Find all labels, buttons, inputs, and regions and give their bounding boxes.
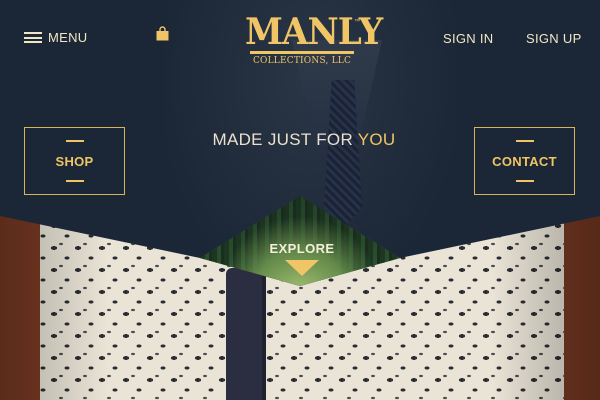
down-arrow-icon: [285, 260, 319, 276]
explore-button[interactable]: EXPLORE: [250, 241, 354, 276]
contact-bottom-dash: [515, 180, 534, 182]
menu-button[interactable]: MENU: [24, 30, 87, 45]
logo-wordmark: MANLY: [245, 11, 383, 53]
suspender-strap: [226, 268, 266, 400]
sign-up-link[interactable]: SIGN UP: [526, 31, 582, 46]
tagline-text: MADE JUST FOR: [212, 130, 358, 149]
shop-button[interactable]: SHOP: [24, 127, 125, 195]
landing-page: MENU MANLY COLLECTIONS, LLC ™ SIGN IN SI…: [0, 0, 600, 400]
tagline-highlight: YOU: [357, 130, 396, 149]
shop-bottom-dash: [65, 180, 84, 182]
explore-label: EXPLORE: [269, 241, 335, 256]
sign-in-link[interactable]: SIGN IN: [443, 31, 494, 46]
shop-button-label: SHOP: [55, 154, 94, 169]
trademark-symbol: ™: [354, 19, 360, 25]
menu-label: MENU: [48, 30, 88, 45]
contact-button[interactable]: CONTACT: [474, 127, 575, 195]
brand-logo[interactable]: MANLY COLLECTIONS, LLC: [242, 11, 383, 66]
logo-subtitle: COLLECTIONS, LLC: [252, 56, 352, 66]
contact-top-dash: [515, 140, 534, 142]
hamburger-icon: [24, 32, 42, 43]
contact-button-label: CONTACT: [492, 154, 557, 169]
shop-top-dash: [65, 140, 84, 142]
shopping-bag-icon[interactable]: [156, 26, 169, 41]
